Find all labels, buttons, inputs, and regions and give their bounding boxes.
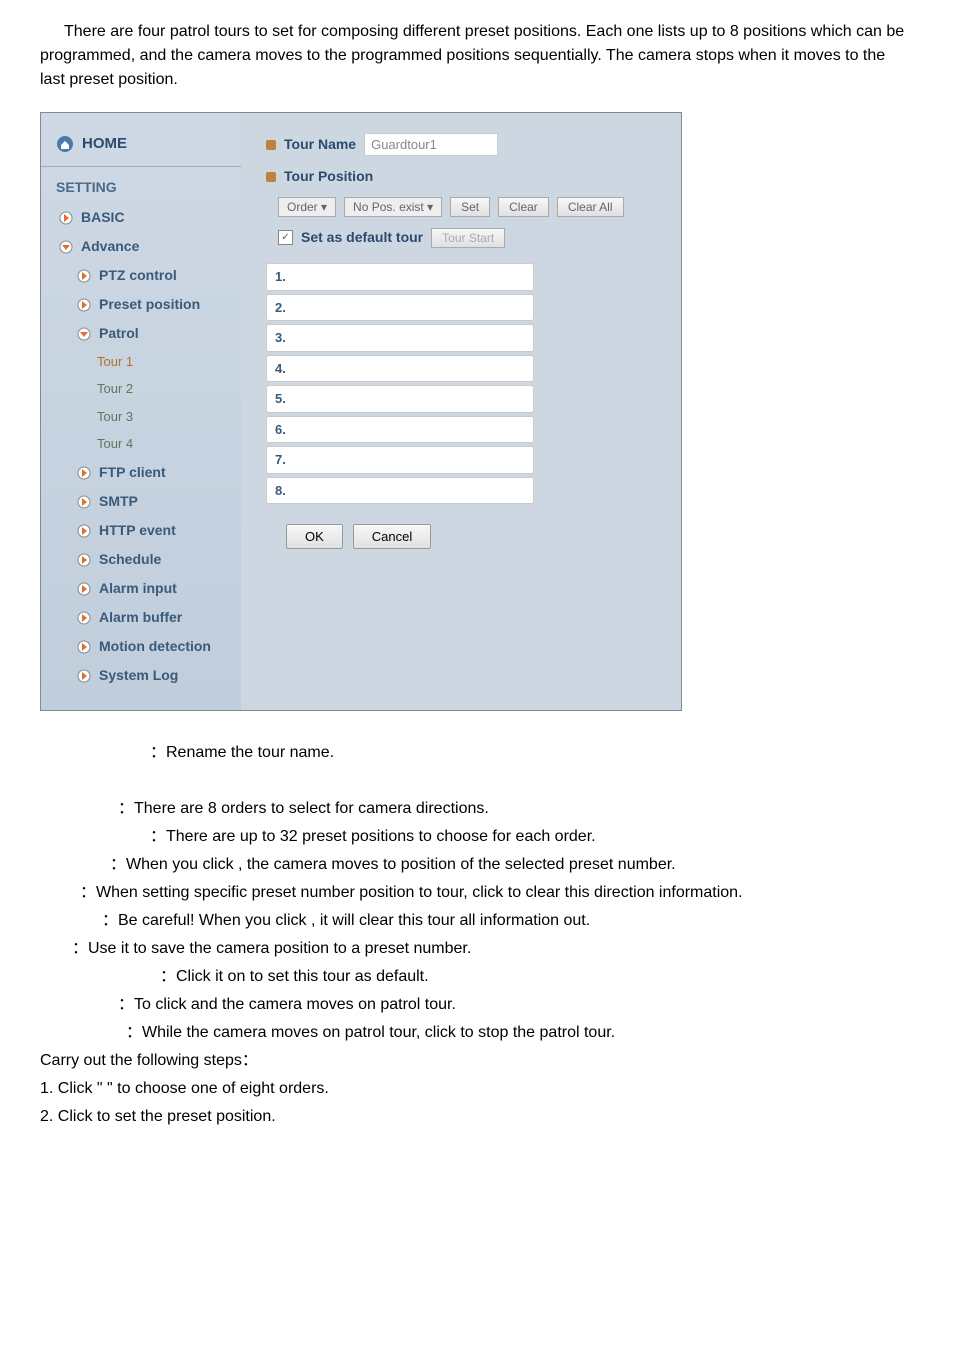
tour2-label: Tour 2 (97, 379, 133, 399)
bullet-icon (266, 172, 276, 182)
tour-start-button[interactable]: Tour Start (431, 228, 505, 248)
sidebar-ptz-label: PTZ control (99, 265, 177, 286)
cancel-button[interactable]: Cancel (353, 524, 431, 549)
desc-carry: Carry out the following steps： (40, 1049, 914, 1073)
sidebar-item-patrol[interactable]: Patrol (41, 319, 241, 348)
default-tour-checkbox[interactable]: ✓ (278, 230, 293, 245)
tour-position-label: Tour Position (284, 166, 373, 187)
sidebar: HOME SETTING BASIC Advance PTZ control (41, 113, 241, 710)
sidebar-basic-label: BASIC (81, 207, 125, 228)
position-row-8[interactable]: 8. (266, 477, 534, 505)
sidebar-item-http[interactable]: HTTP event (41, 516, 241, 545)
arrow-right-icon (77, 268, 91, 282)
arrow-right-icon (77, 494, 91, 508)
position-row-4[interactable]: 4. (266, 355, 534, 383)
action-buttons: OK Cancel (286, 524, 656, 549)
position-row-6[interactable]: 6. (266, 416, 534, 444)
home-icon (56, 135, 74, 153)
desc-step2: 2. Click to set the preset position. (40, 1105, 914, 1129)
position-row-7[interactable]: 7. (266, 446, 534, 474)
sidebar-alarm-buffer-label: Alarm buffer (99, 607, 182, 628)
arrow-down-icon (77, 326, 91, 340)
tour3-label: Tour 3 (97, 407, 133, 427)
position-row-5[interactable]: 5. (266, 385, 534, 413)
sidebar-preset-label: Preset position (99, 294, 200, 315)
sidebar-item-tour2[interactable]: Tour 2 (41, 375, 241, 403)
tour4-label: Tour 4 (97, 434, 133, 454)
default-tour-row: ✓ Set as default tour Tour Start (278, 227, 656, 248)
sidebar-item-motion[interactable]: Motion detection (41, 632, 241, 661)
sidebar-item-alarm-buffer[interactable]: Alarm buffer (41, 603, 241, 632)
arrow-right-icon (77, 465, 91, 479)
arrow-down-icon (59, 239, 73, 253)
sidebar-item-advance[interactable]: Advance (41, 232, 241, 261)
sidebar-item-ftp[interactable]: FTP client (41, 458, 241, 487)
position-controls-row: Order ▾ No Pos. exist ▾ Set Clear Clear … (278, 197, 656, 217)
sidebar-ftp-label: FTP client (99, 462, 166, 483)
desc-when-click: ：When you click , the camera moves to po… (110, 853, 914, 877)
nopos-dropdown[interactable]: No Pos. exist ▾ (344, 197, 442, 217)
tour-name-label: Tour Name (284, 134, 356, 155)
sidebar-advance-label: Advance (81, 236, 139, 257)
main-panel: Tour Name Tour Position Order ▾ No Pos. … (241, 113, 681, 710)
order-dropdown[interactable]: Order ▾ (278, 197, 336, 217)
sidebar-alarm-input-label: Alarm input (99, 578, 177, 599)
position-row-1[interactable]: 1. (266, 263, 534, 291)
arrow-right-icon (77, 610, 91, 624)
sidebar-smtp-label: SMTP (99, 491, 138, 512)
tour-name-input[interactable] (364, 133, 498, 156)
sidebar-syslog-label: System Log (99, 665, 178, 686)
default-tour-label: Set as default tour (301, 227, 423, 248)
sidebar-http-label: HTTP event (99, 520, 176, 541)
clear-button[interactable]: Clear (498, 197, 549, 217)
arrow-right-icon (77, 552, 91, 566)
tour-position-row: Tour Position (266, 166, 656, 187)
desc-step1: 1. Click " " to choose one of eight orde… (40, 1077, 914, 1101)
arrow-right-icon (77, 668, 91, 682)
desc-rename: ：Rename the tour name. (150, 741, 914, 765)
arrow-right-icon (77, 639, 91, 653)
ok-button[interactable]: OK (286, 524, 343, 549)
sidebar-schedule-label: Schedule (99, 549, 161, 570)
sidebar-item-preset[interactable]: Preset position (41, 290, 241, 319)
sidebar-item-tour4[interactable]: Tour 4 (41, 430, 241, 458)
tour1-label: Tour 1 (97, 352, 133, 372)
desc-default: ：Click it on to set this tour as default… (160, 965, 914, 989)
desc-preset-pos: ：There are up to 32 preset positions to … (150, 825, 914, 849)
positions-list: 1. 2. 3. 4. 5. 6. 7. 8. (266, 263, 656, 504)
set-button[interactable]: Set (450, 197, 490, 217)
sidebar-patrol-label: Patrol (99, 323, 139, 344)
bullet-icon (266, 140, 276, 150)
sidebar-item-ptz[interactable]: PTZ control (41, 261, 241, 290)
clearall-button[interactable]: Clear All (557, 197, 624, 217)
tour-name-row: Tour Name (266, 133, 656, 156)
sidebar-item-schedule[interactable]: Schedule (41, 545, 241, 574)
sidebar-item-tour3[interactable]: Tour 3 (41, 403, 241, 431)
home-label: HOME (82, 133, 127, 156)
position-row-2[interactable]: 2. (266, 294, 534, 322)
setting-section-label: SETTING (41, 167, 241, 203)
arrow-right-icon (59, 210, 73, 224)
arrow-right-icon (77, 297, 91, 311)
desc-while: ：While the camera moves on patrol tour, … (126, 1021, 914, 1045)
desc-save: ：Use it to save the camera position to a… (72, 937, 914, 961)
desc-to-click: ：To click and the camera moves on patrol… (118, 993, 914, 1017)
app-window: HOME SETTING BASIC Advance PTZ control (40, 112, 682, 711)
arrow-right-icon (77, 523, 91, 537)
sidebar-item-syslog[interactable]: System Log (41, 661, 241, 690)
position-row-3[interactable]: 3. (266, 324, 534, 352)
desc-order: ：There are 8 orders to select for camera… (118, 797, 914, 821)
desc-when-setting: ：When setting specific preset number pos… (80, 881, 914, 905)
intro-text: There are four patrol tours to set for c… (40, 20, 914, 92)
arrow-right-icon (77, 581, 91, 595)
sidebar-item-alarm-input[interactable]: Alarm input (41, 574, 241, 603)
descriptions: ：Rename the tour name. ：There are 8 orde… (40, 741, 914, 1129)
desc-be-careful: ：Be careful! When you click , it will cl… (102, 909, 914, 933)
sidebar-item-basic[interactable]: BASIC (41, 203, 241, 232)
sidebar-item-tour1[interactable]: Tour 1 (41, 348, 241, 376)
home-header[interactable]: HOME (41, 123, 241, 167)
sidebar-item-smtp[interactable]: SMTP (41, 487, 241, 516)
sidebar-motion-label: Motion detection (99, 636, 211, 657)
